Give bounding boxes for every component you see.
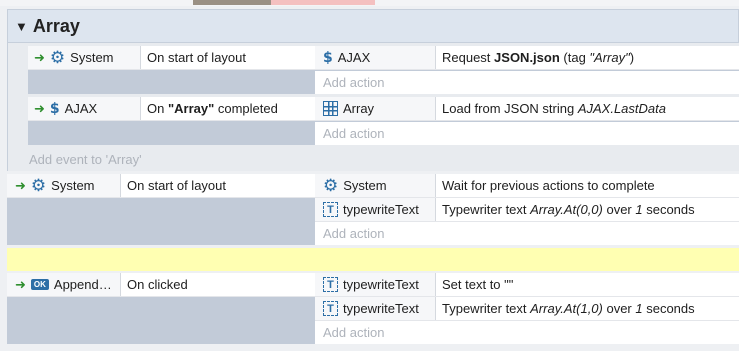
action-row[interactable]: T typewriteText Set text to "" [315,273,739,297]
condition-text: On start of layout [147,50,246,65]
event-condition-row[interactable]: ➜ $ AJAX On "Array" completed [28,97,315,121]
event-condition-row[interactable]: ➜ ⚙ System On start of layout [28,46,315,70]
add-event-to-group-link[interactable]: Add event to 'Array' [29,147,329,171]
trigger-arrow-icon: ➜ [15,177,26,193]
action-object-name: typewriteText [343,277,419,292]
action-text: Typewriter text Array.At(1,0) over 1 sec… [442,301,695,316]
toolbar-tab-dark [193,0,271,5]
gear-icon: ⚙ [323,176,339,195]
trigger-arrow-icon: ➜ [15,276,26,292]
array-grid-icon [323,101,338,116]
condition-text: On start of layout [127,178,226,193]
trigger-arrow-icon: ➜ [34,49,45,65]
action-text: Wait for previous actions to complete [442,178,655,193]
action-object-name: System [343,178,387,193]
group-title: Array [32,15,80,36]
button-object-icon: OK [30,279,49,290]
text-object-icon: T [323,301,338,316]
condition-object-name: AJAX [64,101,98,116]
add-action-link[interactable]: Add action [315,321,739,344]
text-object-icon: T [323,277,338,292]
action-text: Typewriter text Array.At(0,0) over 1 sec… [442,202,695,217]
add-action-link[interactable]: Add action [315,222,739,245]
action-row[interactable]: Array Load from JSON string AJAX.LastDat… [315,97,739,121]
action-row[interactable]: T typewriteText Typewriter text Array.At… [315,297,739,321]
ajax-icon: $ [49,100,60,117]
condition-object-name: Append… [53,277,112,292]
add-action-link[interactable]: Add action [315,71,739,94]
condition-text: On clicked [127,277,188,292]
event-condition-row[interactable]: ➜ ⚙ System On start of layout [7,174,315,198]
action-row[interactable]: $ AJAX Request JSON.json (tag "Array") [315,46,739,70]
action-object-name: AJAX [337,50,371,65]
action-object-name: Array [343,101,375,116]
condition-text: On "Array" completed [147,101,278,116]
add-action-link[interactable]: Add action [315,122,739,145]
condition-object-name: System [51,178,95,193]
condition-object-name: System [70,50,114,65]
action-text: Request JSON.json (tag "Array") [442,50,635,65]
action-text: Set text to "" [442,277,514,292]
event-condition-row[interactable]: ➜ OK Append… On clicked [7,273,315,297]
collapse-triangle-icon[interactable]: ▼ [15,19,28,34]
action-text: Load from JSON string AJAX.LastData [442,101,666,116]
action-object-name: typewriteText [343,301,419,316]
event-group-header[interactable]: ▼ Array [7,9,739,43]
ajax-icon: $ [323,49,333,66]
action-row[interactable]: ⚙ System Wait for previous actions to co… [315,174,739,198]
action-object-name: typewriteText [343,202,419,217]
trigger-arrow-icon: ➜ [34,100,45,116]
gear-icon: ⚙ [30,176,47,195]
action-row[interactable]: T typewriteText Typewriter text Array.At… [315,198,739,222]
toolbar-tab-pink [271,0,375,5]
highlighted-empty-row[interactable] [7,248,739,271]
gear-icon: ⚙ [49,48,66,67]
text-object-icon: T [323,202,338,217]
